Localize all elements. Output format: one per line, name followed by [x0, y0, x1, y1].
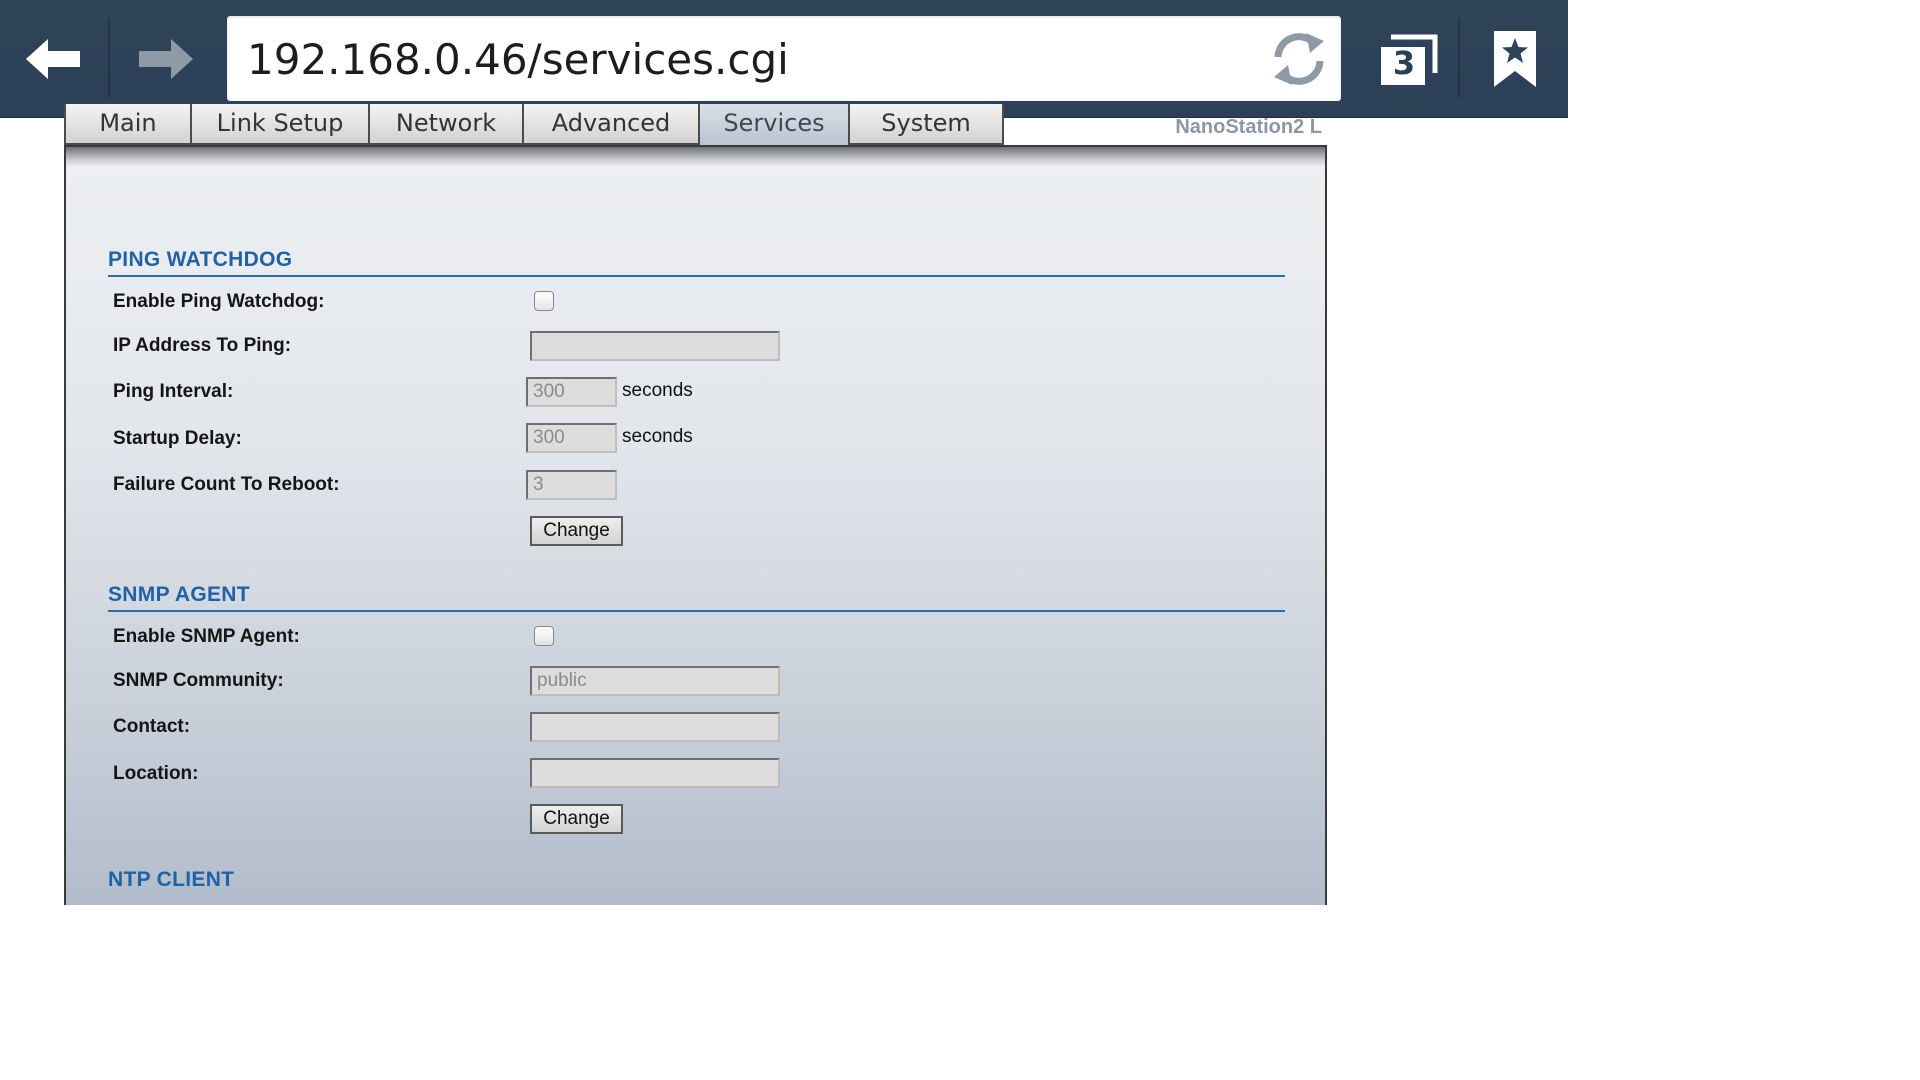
browser-toolbar: 192.168.0.46/services.cgi 3	[0, 0, 1568, 118]
tab-link-setup[interactable]: Link Setup	[190, 104, 370, 145]
ip-address-to-ping-label: IP Address To Ping:	[113, 335, 292, 356]
enable-ping-watchdog-checkbox[interactable]	[534, 291, 554, 311]
ip-address-to-ping-input[interactable]	[530, 331, 780, 361]
startup-delay-unit: seconds	[622, 426, 693, 447]
contact-input[interactable]	[530, 712, 780, 742]
bookmark-star-icon	[1494, 30, 1536, 87]
snmp-community-input[interactable]: public	[530, 666, 780, 696]
address-bar[interactable]: 192.168.0.46/services.cgi	[227, 16, 1341, 101]
tab-advanced[interactable]: Advanced	[522, 104, 700, 145]
tabs-icon	[1381, 34, 1438, 85]
refresh-button[interactable]	[1263, 26, 1335, 92]
ping-watchdog-heading: PING WATCHDOG	[108, 248, 293, 271]
url-text[interactable]: 192.168.0.46/services.cgi	[247, 16, 789, 101]
location-input[interactable]	[530, 758, 780, 788]
contact-label: Contact:	[113, 716, 191, 737]
tab-services[interactable]: Services	[698, 104, 850, 148]
ping-watchdog-change-button[interactable]: Change	[530, 516, 623, 546]
bookmarks-button[interactable]	[1462, 0, 1568, 117]
enable-ping-watchdog-label: Enable Ping Watchdog:	[113, 291, 325, 312]
startup-delay-input[interactable]: 300	[526, 423, 617, 453]
tab-main[interactable]: Main	[64, 104, 192, 145]
refresh-icon	[1274, 33, 1324, 85]
ping-interval-unit: seconds	[622, 380, 693, 401]
tab-network[interactable]: Network	[368, 104, 524, 145]
failure-count-label: Failure Count To Reboot:	[113, 474, 340, 495]
snmp-agent-change-button[interactable]: Change	[530, 804, 623, 834]
device-model-label: NanoStation2 L	[1175, 116, 1322, 138]
ping-interval-label: Ping Interval:	[113, 381, 234, 402]
startup-delay-label: Startup Delay:	[113, 428, 242, 449]
ntp-client-heading: NTP CLIENT	[108, 868, 235, 891]
back-button[interactable]	[0, 0, 108, 117]
tab-system[interactable]: System	[848, 104, 1004, 145]
enable-snmp-agent-label: Enable SNMP Agent:	[113, 626, 300, 647]
forward-button[interactable]	[110, 0, 220, 117]
forward-arrow-icon	[139, 38, 193, 79]
toolbar-separator	[1458, 18, 1460, 98]
snmp-community-label: SNMP Community:	[113, 670, 284, 691]
services-panel: PING WATCHDOG Enable Ping Watchdog: IP A…	[64, 145, 1327, 905]
section-divider	[108, 610, 1285, 612]
enable-snmp-agent-checkbox[interactable]	[534, 626, 554, 646]
tab-switcher-button[interactable]	[1360, 0, 1456, 117]
section-divider	[108, 275, 1285, 277]
ping-interval-input[interactable]: 300	[526, 377, 617, 407]
snmp-agent-heading: SNMP AGENT	[108, 583, 250, 606]
panel-top-shadow	[66, 147, 1325, 167]
location-label: Location:	[113, 763, 199, 784]
failure-count-input[interactable]: 3	[526, 470, 617, 500]
back-arrow-icon	[26, 38, 80, 79]
